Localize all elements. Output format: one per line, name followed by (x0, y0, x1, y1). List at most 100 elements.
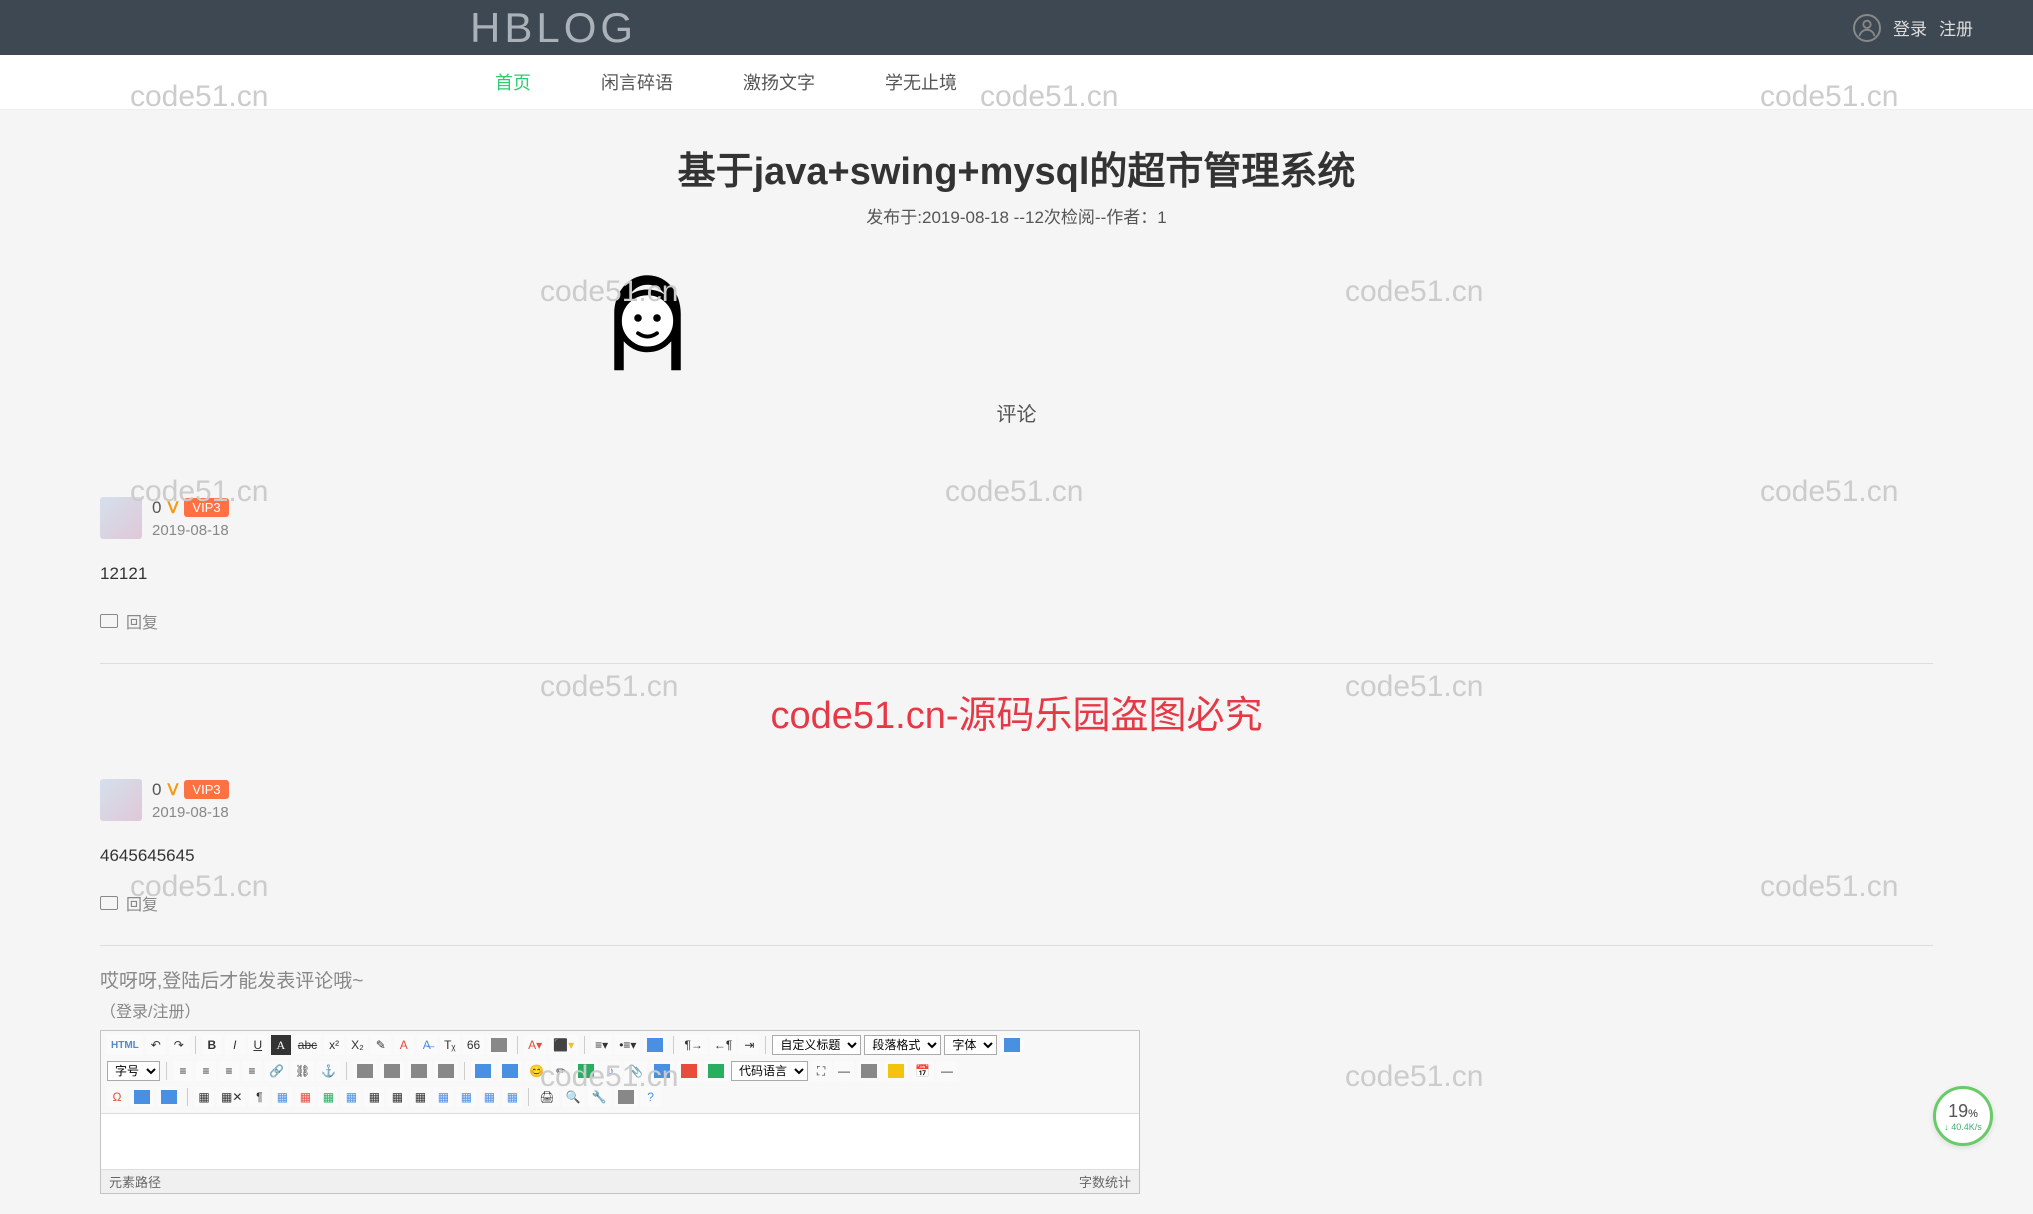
insert-col-button[interactable]: ▦ (318, 1087, 338, 1107)
insertframe-button[interactable] (704, 1061, 728, 1081)
selectall-button[interactable] (643, 1035, 667, 1055)
directionality-button[interactable]: ¶→ (680, 1035, 706, 1055)
insert-paragraph-button[interactable]: ¶ (249, 1087, 269, 1107)
charts-button[interactable]: ▦ (502, 1087, 522, 1107)
link-button[interactable]: 🔗 (265, 1061, 288, 1081)
comment-item: 0 Ⅴ VIP3 2019-08-18 4645645645 回复 (100, 759, 1933, 946)
music-button[interactable]: ♪ (601, 1061, 621, 1081)
merge-down-button[interactable]: ▦ (410, 1087, 430, 1107)
avatar[interactable] (100, 497, 142, 539)
font-size-select[interactable]: 字号 (107, 1061, 160, 1081)
formatmatch-button[interactable]: Tᵪ (440, 1035, 460, 1055)
insert-image-button[interactable] (471, 1061, 495, 1081)
drafts-button[interactable] (614, 1087, 638, 1107)
nav-home[interactable]: 首页 (485, 64, 541, 100)
merge-right-button[interactable]: ▦ (387, 1087, 407, 1107)
delete-col-button[interactable]: ▦ (341, 1087, 361, 1107)
searchreplace-button[interactable]: 🔧 (588, 1087, 611, 1107)
image-left-button[interactable] (380, 1061, 404, 1081)
editor-textarea[interactable] (101, 1114, 1139, 1169)
source-button[interactable]: HTML (107, 1035, 143, 1055)
merge-cells-button[interactable]: ▦ (364, 1087, 384, 1107)
insert-table-button[interactable]: ▦ (194, 1087, 214, 1107)
comment-username[interactable]: 0 (152, 498, 161, 518)
indent-button[interactable]: ⇥ (739, 1035, 759, 1055)
help-button[interactable]: ? (641, 1087, 661, 1107)
nav-chat[interactable]: 闲言碎语 (591, 64, 683, 100)
strikethrough-button[interactable]: abc (294, 1035, 321, 1055)
fullscreen-button[interactable]: ⛶ (811, 1061, 831, 1081)
login-link[interactable]: 登录 (1893, 15, 1927, 40)
font-family-select[interactable]: 字体 (944, 1035, 997, 1055)
underline-button[interactable]: U (248, 1035, 268, 1055)
comment-header: 0 Ⅴ VIP3 2019-08-18 (100, 497, 1933, 539)
attachment-button[interactable]: 📎 (624, 1061, 647, 1081)
avatar[interactable] (100, 779, 142, 821)
separator (673, 1036, 674, 1054)
wordimage-button[interactable] (157, 1087, 181, 1107)
split-cols-button[interactable]: ▦ (479, 1087, 499, 1107)
site-logo[interactable]: HBLOG (470, 4, 637, 52)
directionality-rtl-button[interactable]: ←¶ (710, 1035, 736, 1055)
insert-multi-image-button[interactable] (498, 1061, 522, 1081)
spechars-button[interactable]: Ω (107, 1087, 127, 1107)
paragraph-select[interactable]: 段落格式 (864, 1035, 941, 1055)
backcolor-button[interactable]: A (394, 1035, 414, 1055)
blockquote-button[interactable]: 66 (463, 1035, 484, 1055)
snapscreen-button[interactable] (130, 1087, 154, 1107)
date-button[interactable]: 📅 (911, 1061, 934, 1081)
preview-button[interactable]: 🔍 (562, 1087, 585, 1107)
delete-table-button[interactable]: ▦✕ (217, 1087, 246, 1107)
superscript-button[interactable]: x² (324, 1035, 344, 1055)
login-register-link[interactable]: （登录/注册） (100, 998, 1933, 1022)
background-button[interactable] (884, 1061, 908, 1081)
forecolor-button[interactable]: ✎ (371, 1035, 391, 1055)
image-center-button[interactable] (434, 1061, 458, 1081)
emotion-button[interactable]: 😊 (525, 1061, 548, 1081)
pagebreak-button[interactable]: — (834, 1061, 854, 1081)
insert-row-button[interactable]: ▦ (272, 1087, 292, 1107)
speed-widget[interactable]: 19% ↓ 40.4K/s (1933, 1086, 1993, 1146)
delete-row-button[interactable]: ▦ (295, 1087, 315, 1107)
anchor-button[interactable]: ⚓ (317, 1061, 340, 1081)
custom-title-select[interactable]: 自定义标题 (772, 1035, 861, 1055)
align-center-button[interactable]: ≡ (196, 1061, 216, 1081)
removeformat-button[interactable]: A̶ (417, 1035, 437, 1055)
insert-video-button[interactable] (574, 1061, 598, 1081)
insert-ol-button[interactable]: ≡▾ (591, 1035, 612, 1055)
align-left-button[interactable]: ≡ (173, 1061, 193, 1081)
forecolor-picker[interactable]: A▾ (524, 1035, 546, 1055)
user-icon[interactable] (1853, 14, 1881, 42)
image-none-button[interactable] (353, 1061, 377, 1081)
print-button[interactable]: 🖨 (535, 1087, 558, 1107)
insert-ul-button[interactable]: •≡▾ (615, 1035, 640, 1055)
split-cells-button[interactable]: ▦ (433, 1087, 453, 1107)
gmap-button[interactable] (677, 1061, 701, 1081)
nav-learning[interactable]: 学无止境 (875, 64, 967, 100)
reply-button[interactable]: 回复 (100, 891, 1933, 915)
reply-button[interactable]: 回复 (100, 609, 1933, 633)
touppercase-button[interactable] (1000, 1035, 1024, 1055)
code-lang-select[interactable]: 代码语言 (731, 1061, 808, 1081)
register-link[interactable]: 注册 (1939, 15, 1973, 40)
align-right-button[interactable]: ≡ (219, 1061, 239, 1081)
font-name-button[interactable]: A (271, 1035, 291, 1055)
align-justify-button[interactable]: ≡ (242, 1061, 262, 1081)
comment-username[interactable]: 0 (152, 780, 161, 800)
nav-writing[interactable]: 激扬文字 (733, 64, 825, 100)
scrawl-button[interactable]: ✏ (551, 1061, 571, 1081)
template-button[interactable] (857, 1061, 881, 1081)
image-right-button[interactable] (407, 1061, 431, 1081)
redo-button[interactable]: ↷ (169, 1035, 189, 1055)
italic-button[interactable]: I (225, 1035, 245, 1055)
time-button[interactable]: — (937, 1061, 957, 1081)
subscript-button[interactable]: X₂ (347, 1035, 368, 1055)
unlink-button[interactable]: ⛓ (291, 1061, 314, 1081)
separator (346, 1062, 347, 1080)
backcolor-picker[interactable]: ⬛▾ (549, 1035, 578, 1055)
bold-button[interactable]: B (202, 1035, 222, 1055)
undo-button[interactable]: ↶ (146, 1035, 166, 1055)
pasteplain-button[interactable] (487, 1035, 511, 1055)
map-button[interactable] (650, 1061, 674, 1081)
split-rows-button[interactable]: ▦ (456, 1087, 476, 1107)
